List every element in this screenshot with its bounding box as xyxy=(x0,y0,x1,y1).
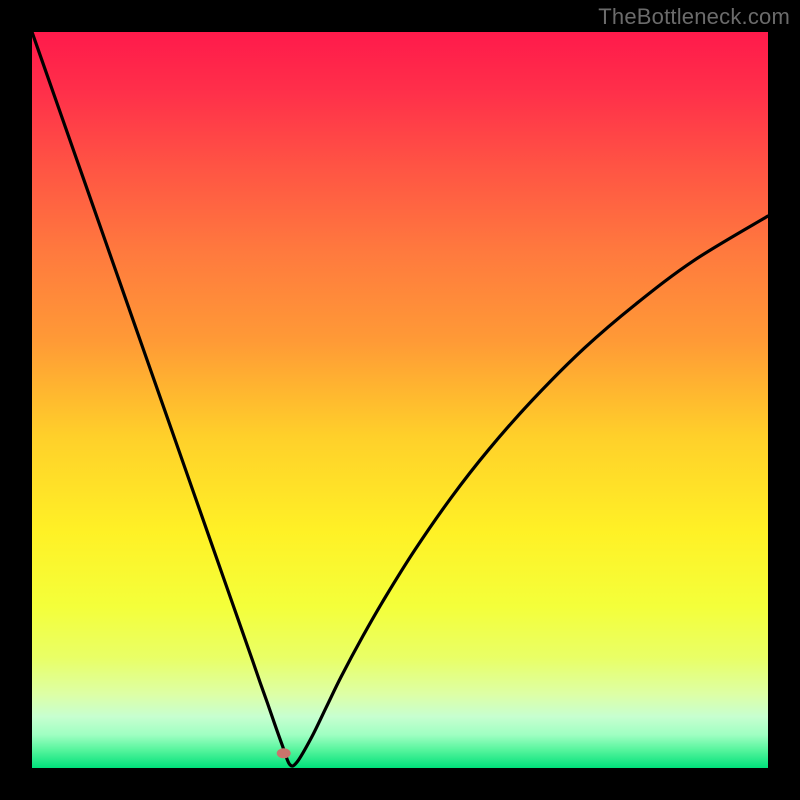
chart-background xyxy=(32,32,768,768)
bottleneck-chart xyxy=(32,32,768,768)
optimal-point-marker xyxy=(277,748,291,758)
chart-frame: TheBottleneck.com xyxy=(0,0,800,800)
watermark-text: TheBottleneck.com xyxy=(598,4,790,30)
